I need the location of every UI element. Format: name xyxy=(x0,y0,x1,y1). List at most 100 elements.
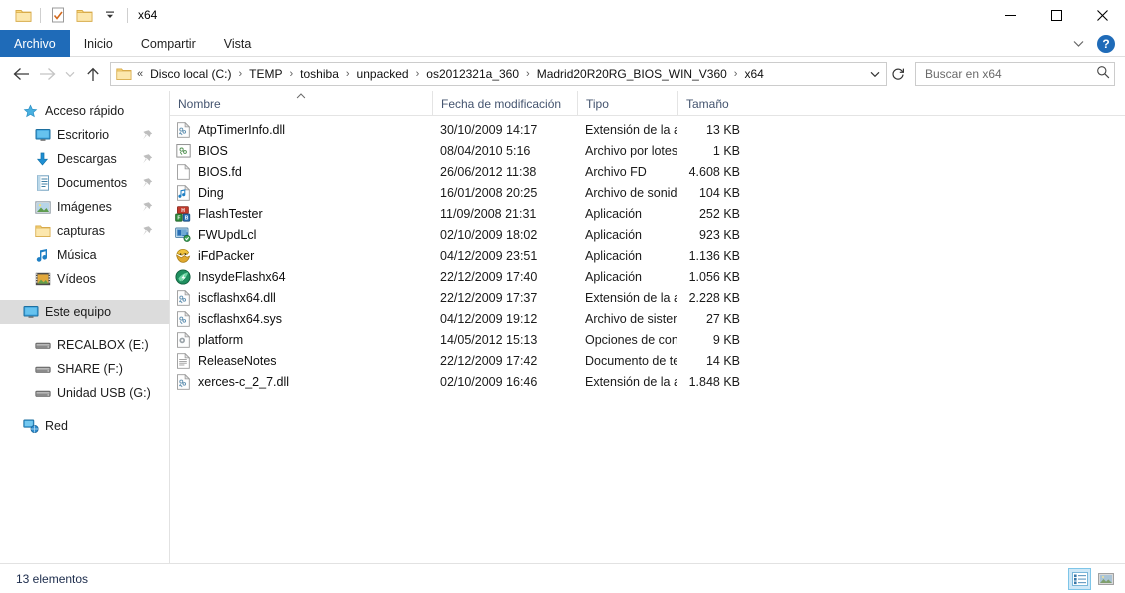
file-name-cell[interactable]: iFdPacker xyxy=(170,245,432,266)
sidebar-item-descargas[interactable]: Descargas xyxy=(0,147,169,171)
details-view-button[interactable] xyxy=(1068,568,1091,590)
file-name-cell[interactable]: FWUpdLcl xyxy=(170,224,432,245)
breadcrumb-overflow-icon[interactable]: « xyxy=(135,68,147,80)
column-header-nombre[interactable]: Nombre xyxy=(170,91,432,116)
column-header-tipo[interactable]: Tipo xyxy=(577,91,677,116)
table-row[interactable]: iscflashx64.dll 22/12/2009 17:37 Extensión… xyxy=(170,287,1125,308)
back-button[interactable] xyxy=(8,61,34,87)
pin-icon[interactable] xyxy=(142,178,153,189)
sidebar-item-capturas[interactable]: capturas xyxy=(0,219,169,243)
sidebar-item-share-f[interactable]: SHARE (F:) xyxy=(0,357,169,381)
up-button[interactable] xyxy=(80,61,106,87)
refresh-button[interactable] xyxy=(887,62,909,86)
recent-locations-icon[interactable] xyxy=(60,61,80,87)
forward-button[interactable] xyxy=(34,61,60,87)
properties-icon[interactable] xyxy=(45,2,71,28)
table-row[interactable]: H F B FlashTester 11/09/2008 21:31 Aplicac… xyxy=(170,203,1125,224)
file-type-cell: Documento de te... xyxy=(585,353,677,368)
navigation-pane[interactable]: Acceso rápido Escritorio Descargas Docum… xyxy=(0,91,170,563)
table-row[interactable]: iscflashx64.sys 04/12/2009 19:12 Archivo d… xyxy=(170,308,1125,329)
table-row[interactable]: xerces-c_2_7.dll 02/10/2009 16:46 Extensió… xyxy=(170,371,1125,392)
table-row[interactable]: iFdPacker 04/12/2009 23:51 Aplicación 1.136… xyxy=(170,245,1125,266)
sidebar-item-videos[interactable]: Vídeos xyxy=(0,267,169,291)
file-name-cell[interactable]: AtpTimerInfo.dll xyxy=(170,119,432,140)
sidebar-item-escritorio[interactable]: Escritorio xyxy=(0,123,169,147)
minimize-button[interactable] xyxy=(987,0,1033,30)
search-box[interactable] xyxy=(915,62,1115,86)
file-name-cell[interactable]: iscflashx64.sys xyxy=(170,308,432,329)
file-name-cell[interactable]: InsydeFlashx64 xyxy=(170,266,432,287)
window-controls xyxy=(987,0,1125,30)
column-header-tamano[interactable]: Tamaño xyxy=(677,91,752,116)
close-button[interactable] xyxy=(1079,0,1125,30)
file-name-cell[interactable]: BIOS xyxy=(170,140,432,161)
table-row[interactable]: ReleaseNotes 22/12/2009 17:42 Documento de… xyxy=(170,350,1125,371)
sidebar-item-documentos[interactable]: Documentos xyxy=(0,171,169,195)
file-date-cell: 22/12/2009 17:40 xyxy=(440,269,538,284)
breadcrumb-item-toshiba[interactable]: toshiba xyxy=(297,65,342,83)
pin-icon[interactable] xyxy=(142,202,153,213)
file-name-label: BIOS.fd xyxy=(198,164,242,179)
breadcrumb-item-temp[interactable]: TEMP xyxy=(246,65,285,83)
file-name-label: iscflashx64.sys xyxy=(198,311,283,326)
file-name-cell[interactable]: BIOS.fd xyxy=(170,161,432,182)
breadcrumb-item-unpacked[interactable]: unpacked xyxy=(354,65,412,83)
breadcrumb-item-disco-local[interactable]: Disco local (C:) xyxy=(147,65,234,83)
text-file-icon xyxy=(175,352,191,369)
tab-vista[interactable]: Vista xyxy=(210,30,266,57)
table-row[interactable]: FWUpdLcl 02/10/2009 18:02 Aplicación 923 KB xyxy=(170,224,1125,245)
folder-icon[interactable] xyxy=(10,2,36,28)
sidebar-item-red[interactable]: Red xyxy=(0,414,169,438)
pin-icon[interactable] xyxy=(142,226,153,237)
file-name-cell[interactable]: ReleaseNotes xyxy=(170,350,432,371)
breadcrumb-separator-icon[interactable]: › xyxy=(522,68,534,80)
table-row[interactable]: BIOS 08/04/2010 5:16 Archivo por lotes ...… xyxy=(170,140,1125,161)
tab-inicio[interactable]: Inicio xyxy=(70,30,127,57)
customize-qat-dropdown-icon[interactable] xyxy=(97,2,123,28)
pin-icon[interactable] xyxy=(142,130,153,141)
file-name-cell[interactable]: platform xyxy=(170,329,432,350)
sort-ascending-icon xyxy=(296,92,306,100)
breadcrumb-separator-icon[interactable]: › xyxy=(286,68,298,80)
sidebar-item-label: capturas xyxy=(57,224,105,238)
search-input[interactable] xyxy=(923,66,1096,82)
maximize-button[interactable] xyxy=(1033,0,1079,30)
breadcrumb-separator-icon[interactable]: › xyxy=(412,68,424,80)
breadcrumb-separator-icon[interactable]: › xyxy=(730,68,742,80)
sidebar-item-acceso-rapido[interactable]: Acceso rápido xyxy=(0,99,169,123)
file-name-cell[interactable]: H F B FlashTester xyxy=(170,203,432,224)
sidebar-item-unidad-usb-g[interactable]: Unidad USB (G:) xyxy=(0,381,169,405)
pin-icon[interactable] xyxy=(142,154,153,165)
file-name-cell[interactable]: Ding xyxy=(170,182,432,203)
table-row[interactable]: platform 14/05/2012 15:13 Opciones de conf… xyxy=(170,329,1125,350)
breadcrumb[interactable]: « Disco local (C:) › TEMP › toshiba › un… xyxy=(110,62,887,86)
tab-compartir[interactable]: Compartir xyxy=(127,30,210,57)
tab-archivo[interactable]: Archivo xyxy=(0,30,70,57)
search-icon[interactable] xyxy=(1096,65,1110,84)
table-row[interactable]: InsydeFlashx64 22/12/2009 17:40 Aplicación… xyxy=(170,266,1125,287)
breadcrumb-dropdown-icon[interactable] xyxy=(866,63,884,85)
sidebar-item-imagenes[interactable]: Imágenes xyxy=(0,195,169,219)
new-folder-icon[interactable] xyxy=(71,2,97,28)
file-size-cell: 1.848 KB xyxy=(688,374,740,389)
table-row[interactable]: BIOS.fd 26/06/2012 11:38 Archivo FD 4.608 K… xyxy=(170,161,1125,182)
breadcrumb-separator-icon[interactable]: › xyxy=(234,68,246,80)
breadcrumb-item-madrid-bios[interactable]: Madrid20R20RG_BIOS_WIN_V360 xyxy=(534,65,730,83)
file-type-cell: Archivo de sonido xyxy=(585,185,677,200)
sidebar-item-label: Este equipo xyxy=(45,305,112,319)
chevron-down-icon[interactable] xyxy=(1067,33,1089,55)
large-icons-view-button[interactable] xyxy=(1094,568,1117,590)
table-row[interactable]: Ding 16/01/2008 20:25 Archivo de sonido 104… xyxy=(170,182,1125,203)
file-name-cell[interactable]: xerces-c_2_7.dll xyxy=(170,371,432,392)
breadcrumb-separator-icon[interactable]: › xyxy=(342,68,354,80)
file-name-cell[interactable]: iscflashx64.dll xyxy=(170,287,432,308)
file-size-cell: 13 KB xyxy=(705,122,740,137)
breadcrumb-item-os2012321a[interactable]: os2012321a_360 xyxy=(423,65,522,83)
breadcrumb-item-x64[interactable]: x64 xyxy=(741,65,766,83)
sidebar-item-recalbox-e[interactable]: RECALBOX (E:) xyxy=(0,333,169,357)
sidebar-item-este-equipo[interactable]: Este equipo xyxy=(0,300,169,324)
sidebar-item-musica[interactable]: Música xyxy=(0,243,169,267)
table-row[interactable]: AtpTimerInfo.dll 30/10/2009 14:17 Extensió… xyxy=(170,119,1125,140)
column-header-fecha[interactable]: Fecha de modificación xyxy=(432,91,577,116)
help-icon[interactable]: ? xyxy=(1097,34,1115,53)
